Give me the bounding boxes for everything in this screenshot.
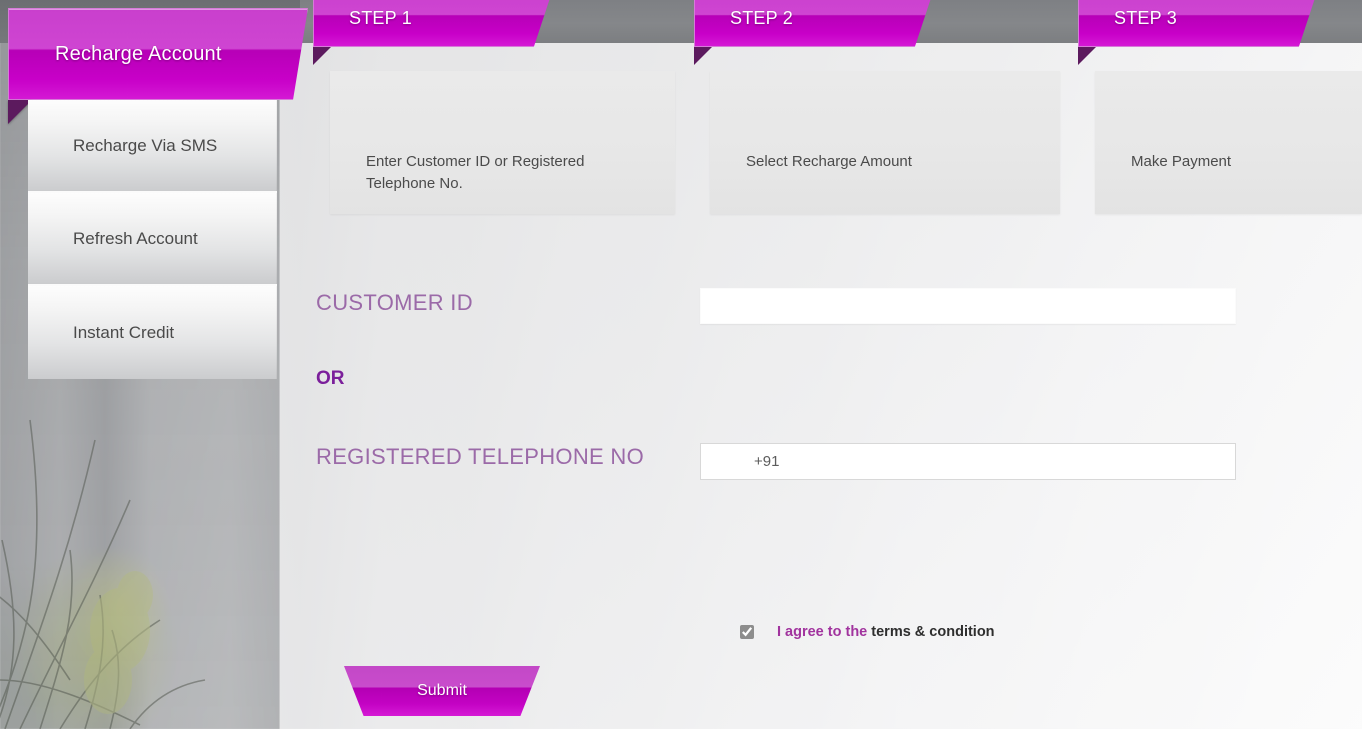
step-2-description: Select Recharge Amount bbox=[746, 153, 912, 170]
terms-agreement-label[interactable]: I agree to the terms & condition bbox=[777, 624, 995, 640]
sidebar-menu: Recharge Via SMS Refresh Account Instant… bbox=[28, 100, 277, 379]
customer-id-input[interactable] bbox=[700, 288, 1236, 324]
step-2-fold-icon bbox=[694, 47, 712, 65]
recharge-account-page: Recharge Account Recharge Via SMS Refres… bbox=[0, 0, 1362, 729]
registered-telephone-label: REGISTERED TELEPHONE NO bbox=[316, 444, 645, 469]
step-3-description: Make Payment bbox=[1131, 153, 1232, 170]
sidebar-header-ribbon-body: Recharge Account bbox=[8, 8, 308, 100]
terms-agreement-checkbox[interactable] bbox=[740, 625, 754, 639]
sidebar-header-ribbon: Recharge Account bbox=[8, 8, 308, 100]
sidebar-item-label: Recharge Via SMS bbox=[73, 135, 218, 155]
sidebar-item-label: Instant Credit bbox=[73, 322, 175, 342]
step-card-2: Select Recharge Amount bbox=[710, 71, 1060, 214]
terms-and-condition-text: terms & condition bbox=[871, 624, 995, 640]
step-1-title: STEP 1 bbox=[349, 7, 412, 28]
step-1-description: Enter Customer ID or Registered Telephon… bbox=[366, 153, 585, 192]
step-2-ribbon: STEP 2 bbox=[694, 0, 934, 47]
step-card-1: Enter Customer ID or Registered Telephon… bbox=[330, 71, 675, 214]
step-3-ribbon-body: STEP 3 bbox=[1078, 0, 1318, 47]
step-3-title: STEP 3 bbox=[1114, 7, 1177, 28]
step-card-3: Make Payment bbox=[1095, 71, 1362, 214]
sidebar-item-label: Refresh Account bbox=[73, 228, 198, 248]
or-separator-label: OR bbox=[316, 368, 345, 389]
step-1-ribbon: STEP 1 bbox=[313, 0, 553, 47]
step-2-title: STEP 2 bbox=[730, 7, 793, 28]
terms-agreement-row: I agree to the terms & condition bbox=[740, 624, 995, 640]
step-3-fold-icon bbox=[1078, 47, 1096, 65]
submit-button[interactable]: Submit bbox=[344, 666, 540, 716]
sidebar-item-recharge-via-sms[interactable]: Recharge Via SMS bbox=[28, 100, 277, 193]
sidebar-header-title: Recharge Account bbox=[55, 42, 222, 65]
registered-telephone-input[interactable] bbox=[700, 443, 1236, 480]
step-2-ribbon-body: STEP 2 bbox=[694, 0, 934, 47]
step-3-ribbon: STEP 3 bbox=[1078, 0, 1318, 47]
sidebar-item-refresh-account[interactable]: Refresh Account bbox=[28, 193, 277, 286]
step-1-fold-icon bbox=[313, 47, 331, 65]
terms-agreement-link-text: I agree to the bbox=[777, 624, 868, 640]
sidebar-item-instant-credit[interactable]: Instant Credit bbox=[28, 286, 277, 379]
customer-id-label: CUSTOMER ID bbox=[316, 290, 473, 315]
step-1-ribbon-body: STEP 1 bbox=[313, 0, 553, 47]
